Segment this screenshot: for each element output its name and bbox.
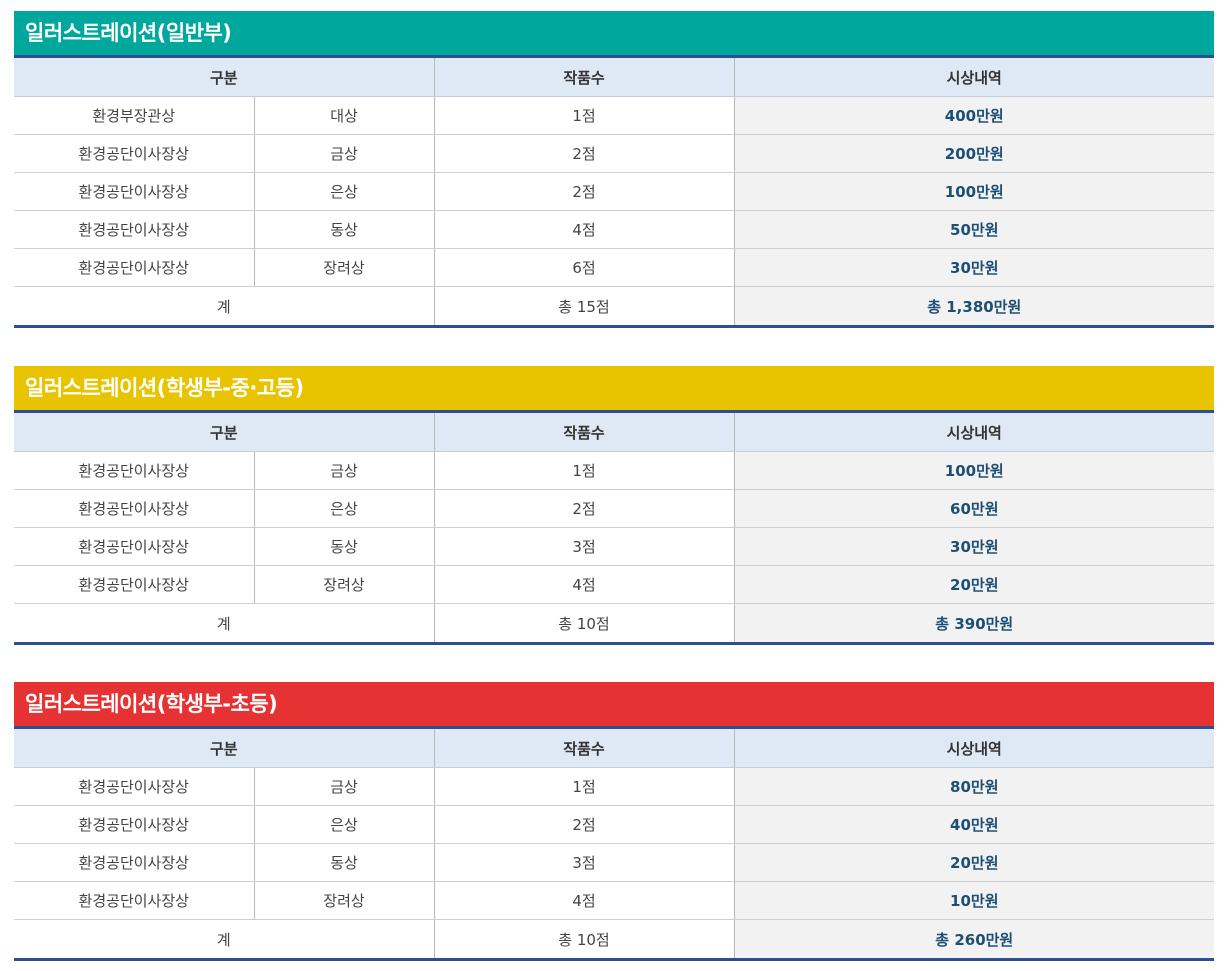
prize-cell: 200만원 bbox=[734, 134, 1215, 173]
prize-cell: 40만원 bbox=[734, 805, 1215, 844]
total-row: 계 총 10점 총 260만원 bbox=[14, 919, 1215, 961]
award-cell: 동상 bbox=[254, 527, 435, 566]
table-header-row: 구분 작품수 시상내역 bbox=[14, 726, 1215, 768]
award-table: 구분 작품수 시상내역 환경공단이사장상 금상 1점 80만원 환경공단이사장상… bbox=[14, 726, 1215, 961]
count-cell: 2점 bbox=[434, 172, 735, 211]
header-prize: 시상내역 bbox=[734, 410, 1215, 452]
table-row: 환경공단이사장상 동상 4점 50만원 bbox=[14, 210, 1215, 249]
total-label: 계 bbox=[14, 919, 435, 961]
award-cell: 장려상 bbox=[254, 248, 435, 287]
table-row: 환경부장관상 대상 1점 400만원 bbox=[14, 96, 1215, 135]
org-cell: 환경공단이사장상 bbox=[14, 172, 255, 211]
table-header-row: 구분 작품수 시상내역 bbox=[14, 55, 1215, 97]
count-cell: 1점 bbox=[434, 767, 735, 806]
org-cell: 환경공단이사장상 bbox=[14, 451, 255, 490]
count-cell: 2점 bbox=[434, 134, 735, 173]
prize-cell: 80만원 bbox=[734, 767, 1215, 806]
award-cell: 금상 bbox=[254, 134, 435, 173]
org-cell: 환경공단이사장상 bbox=[14, 805, 255, 844]
header-prize: 시상내역 bbox=[734, 55, 1215, 97]
org-cell: 환경공단이사장상 bbox=[14, 248, 255, 287]
prize-cell: 400만원 bbox=[734, 96, 1215, 135]
prize-cell: 100만원 bbox=[734, 451, 1215, 490]
org-cell: 환경공단이사장상 bbox=[14, 565, 255, 604]
section-title: 일러스트레이션(일반부) bbox=[14, 11, 1214, 55]
header-count: 작품수 bbox=[434, 726, 735, 768]
award-cell: 대상 bbox=[254, 96, 435, 135]
table-row: 환경공단이사장상 동상 3점 30만원 bbox=[14, 527, 1215, 566]
count-cell: 4점 bbox=[434, 565, 735, 604]
table-header-row: 구분 작품수 시상내역 bbox=[14, 410, 1215, 452]
org-cell: 환경공단이사장상 bbox=[14, 843, 255, 882]
section-student-middle-high: 일러스트레이션(학생부-중·고등) 구분 작품수 시상내역 환경공단이사장상 금… bbox=[14, 366, 1215, 645]
award-cell: 동상 bbox=[254, 843, 435, 882]
total-count: 총 10점 bbox=[434, 603, 735, 645]
org-cell: 환경부장관상 bbox=[14, 96, 255, 135]
count-cell: 2점 bbox=[434, 489, 735, 528]
table-row: 환경공단이사장상 장려상 4점 20만원 bbox=[14, 565, 1215, 604]
total-prize: 총 260만원 bbox=[734, 919, 1215, 961]
section-title: 일러스트레이션(학생부-중·고등) bbox=[14, 366, 1214, 410]
total-prize: 총 1,380만원 bbox=[734, 286, 1215, 328]
award-cell: 동상 bbox=[254, 210, 435, 249]
count-cell: 6점 bbox=[434, 248, 735, 287]
prize-cell: 50만원 bbox=[734, 210, 1215, 249]
section-general: 일러스트레이션(일반부) 구분 작품수 시상내역 환경부장관상 대상 1점 40… bbox=[14, 11, 1215, 328]
count-cell: 2점 bbox=[434, 805, 735, 844]
count-cell: 3점 bbox=[434, 527, 735, 566]
table-row: 환경공단이사장상 금상 1점 100만원 bbox=[14, 451, 1215, 490]
count-cell: 1점 bbox=[434, 451, 735, 490]
total-label: 계 bbox=[14, 286, 435, 328]
award-cell: 은상 bbox=[254, 172, 435, 211]
total-row: 계 총 10점 총 390만원 bbox=[14, 603, 1215, 645]
award-cell: 은상 bbox=[254, 805, 435, 844]
org-cell: 환경공단이사장상 bbox=[14, 210, 255, 249]
prize-cell: 10만원 bbox=[734, 881, 1215, 920]
table-row: 환경공단이사장상 장려상 6점 30만원 bbox=[14, 248, 1215, 287]
table-row: 환경공단이사장상 은상 2점 100만원 bbox=[14, 172, 1215, 211]
count-cell: 3점 bbox=[434, 843, 735, 882]
total-row: 계 총 15점 총 1,380만원 bbox=[14, 286, 1215, 328]
award-cell: 장려상 bbox=[254, 565, 435, 604]
count-cell: 4점 bbox=[434, 881, 735, 920]
prize-cell: 100만원 bbox=[734, 172, 1215, 211]
org-cell: 환경공단이사장상 bbox=[14, 881, 255, 920]
header-prize: 시상내역 bbox=[734, 726, 1215, 768]
award-table: 구분 작품수 시상내역 환경공단이사장상 금상 1점 100만원 환경공단이사장… bbox=[14, 410, 1215, 645]
org-cell: 환경공단이사장상 bbox=[14, 489, 255, 528]
org-cell: 환경공단이사장상 bbox=[14, 767, 255, 806]
org-cell: 환경공단이사장상 bbox=[14, 527, 255, 566]
prize-cell: 60만원 bbox=[734, 489, 1215, 528]
header-category: 구분 bbox=[14, 410, 435, 452]
award-table: 구분 작품수 시상내역 환경부장관상 대상 1점 400만원 환경공단이사장상 … bbox=[14, 55, 1215, 328]
award-cell: 장려상 bbox=[254, 881, 435, 920]
prize-cell: 30만원 bbox=[734, 248, 1215, 287]
header-count: 작품수 bbox=[434, 410, 735, 452]
section-student-elementary: 일러스트레이션(학생부-초등) 구분 작품수 시상내역 환경공단이사장상 금상 … bbox=[14, 682, 1215, 961]
prize-cell: 20만원 bbox=[734, 565, 1215, 604]
award-cell: 금상 bbox=[254, 767, 435, 806]
table-row: 환경공단이사장상 장려상 4점 10만원 bbox=[14, 881, 1215, 920]
total-count: 총 15점 bbox=[434, 286, 735, 328]
total-prize: 총 390만원 bbox=[734, 603, 1215, 645]
header-category: 구분 bbox=[14, 55, 435, 97]
table-row: 환경공단이사장상 은상 2점 60만원 bbox=[14, 489, 1215, 528]
org-cell: 환경공단이사장상 bbox=[14, 134, 255, 173]
total-label: 계 bbox=[14, 603, 435, 645]
table-row: 환경공단이사장상 금상 2점 200만원 bbox=[14, 134, 1215, 173]
table-row: 환경공단이사장상 은상 2점 40만원 bbox=[14, 805, 1215, 844]
total-count: 총 10점 bbox=[434, 919, 735, 961]
header-category: 구분 bbox=[14, 726, 435, 768]
header-count: 작품수 bbox=[434, 55, 735, 97]
count-cell: 1점 bbox=[434, 96, 735, 135]
award-cell: 금상 bbox=[254, 451, 435, 490]
count-cell: 4점 bbox=[434, 210, 735, 249]
table-row: 환경공단이사장상 금상 1점 80만원 bbox=[14, 767, 1215, 806]
section-title: 일러스트레이션(학생부-초등) bbox=[14, 682, 1214, 726]
award-cell: 은상 bbox=[254, 489, 435, 528]
table-row: 환경공단이사장상 동상 3점 20만원 bbox=[14, 843, 1215, 882]
prize-cell: 20만원 bbox=[734, 843, 1215, 882]
prize-cell: 30만원 bbox=[734, 527, 1215, 566]
